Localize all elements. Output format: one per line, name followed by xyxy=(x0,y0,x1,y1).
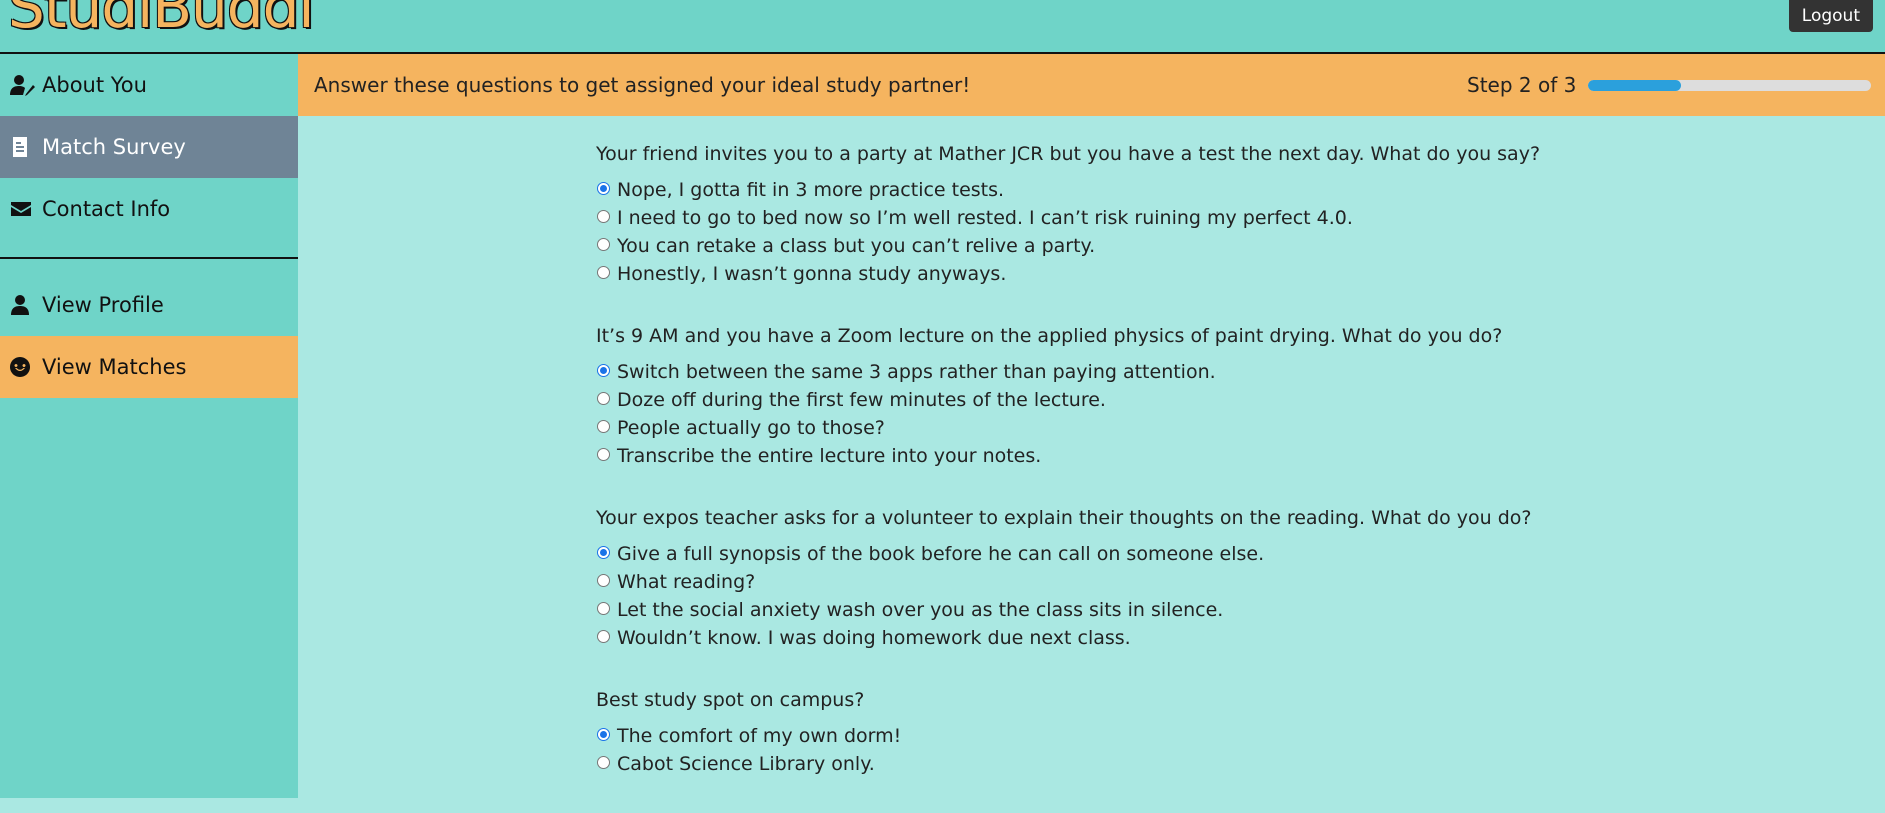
smile-icon xyxy=(10,357,31,377)
option-label: Cabot Science Library only. xyxy=(617,753,875,775)
sidebar-item-match-survey[interactable]: Match Survey xyxy=(0,116,298,178)
radio-button[interactable] xyxy=(597,447,610,461)
answer-option[interactable]: Doze off during the first few minutes of… xyxy=(596,386,1596,414)
answer-option[interactable]: Give a full synopsis of the book before … xyxy=(596,540,1596,568)
logout-button[interactable]: Logout xyxy=(1788,0,1873,32)
answer-option[interactable]: Nope, I gotta fit in 3 more practice tes… xyxy=(596,176,1596,204)
sidebar-item-label: About You xyxy=(42,73,147,97)
radio-button[interactable] xyxy=(597,727,610,741)
user-edit-icon xyxy=(10,75,35,96)
sidebar-item-about-you[interactable]: About You xyxy=(0,54,298,116)
survey-banner: Answer these questions to get assigned y… xyxy=(298,54,1885,116)
option-label: Switch between the same 3 apps rather th… xyxy=(617,361,1216,383)
answer-option[interactable]: Switch between the same 3 apps rather th… xyxy=(596,358,1596,386)
answer-option[interactable]: Transcribe the entire lecture into your … xyxy=(596,442,1596,470)
sidebar-item-label: Match Survey xyxy=(42,135,186,159)
option-label: The comfort of my own dorm! xyxy=(617,725,902,747)
answer-option[interactable]: Let the social anxiety wash over you as … xyxy=(596,596,1596,624)
answer-option[interactable]: I need to go to bed now so I’m well rest… xyxy=(596,204,1596,232)
question-text: It’s 9 AM and you have a Zoom lecture on… xyxy=(596,325,1503,347)
sidebar-item-label: Contact Info xyxy=(42,197,171,221)
question-text: Best study spot on campus? xyxy=(596,689,865,711)
survey-question: Your expos teacher asks for a volunteer … xyxy=(596,505,1596,652)
option-label: Nope, I gotta fit in 3 more practice tes… xyxy=(617,179,1005,201)
radio-button[interactable] xyxy=(597,601,610,615)
sidebar-item-label: View Matches xyxy=(42,355,187,379)
radio-button[interactable] xyxy=(597,237,610,251)
survey-question: It’s 9 AM and you have a Zoom lecture on… xyxy=(596,323,1596,470)
answer-option[interactable]: What reading? xyxy=(596,568,1596,596)
envelope-icon xyxy=(11,202,31,216)
radio-button[interactable] xyxy=(597,629,610,643)
answer-option[interactable]: People actually go to those? xyxy=(596,414,1596,442)
option-label: Let the social anxiety wash over you as … xyxy=(617,599,1224,621)
option-label: People actually go to those? xyxy=(617,417,885,439)
option-label: Wouldn’t know. I was doing homework due … xyxy=(617,627,1131,649)
user-icon xyxy=(11,295,29,315)
radio-button[interactable] xyxy=(597,545,610,559)
answer-option[interactable]: You can retake a class but you can’t rel… xyxy=(596,232,1596,260)
question-text: Your friend invites you to a party at Ma… xyxy=(596,143,1541,165)
radio-button[interactable] xyxy=(597,755,610,769)
radio-button[interactable] xyxy=(597,391,610,405)
app-logo[interactable]: StudiBuddi xyxy=(8,0,315,41)
radio-button[interactable] xyxy=(597,265,610,279)
top-bar: StudiBuddi Logout xyxy=(0,0,1885,54)
option-label: I need to go to bed now so I’m well rest… xyxy=(617,207,1353,229)
answer-option[interactable]: The comfort of my own dorm! xyxy=(596,722,1596,750)
radio-button[interactable] xyxy=(597,209,610,223)
progress-fill xyxy=(1588,80,1682,91)
answer-option[interactable]: Wouldn’t know. I was doing homework due … xyxy=(596,624,1596,652)
option-label: Doze off during the first few minutes of… xyxy=(617,389,1106,411)
radio-button[interactable] xyxy=(597,181,610,195)
survey-question: Best study spot on campus? The comfort o… xyxy=(596,687,1596,778)
sidebar-divider xyxy=(0,257,298,259)
step-indicator: Step 2 of 3 xyxy=(1467,73,1577,97)
radio-button[interactable] xyxy=(597,363,610,377)
sidebar-item-contact-info[interactable]: Contact Info xyxy=(0,178,298,240)
option-label: What reading? xyxy=(617,571,756,593)
sidebar: About You Match Survey Contact Info View… xyxy=(0,54,298,798)
survey-question: Your friend invites you to a party at Ma… xyxy=(596,141,1596,288)
answer-option[interactable]: Cabot Science Library only. xyxy=(596,750,1596,778)
option-label: Honestly, I wasn’t gonna study anyways. xyxy=(617,263,1007,285)
option-label: You can retake a class but you can’t rel… xyxy=(617,235,1096,257)
radio-button[interactable] xyxy=(597,573,610,587)
radio-button[interactable] xyxy=(597,419,610,433)
sidebar-item-view-profile[interactable]: View Profile xyxy=(0,274,298,336)
question-text: Your expos teacher asks for a volunteer … xyxy=(596,507,1532,529)
banner-instructions: Answer these questions to get assigned y… xyxy=(314,73,971,97)
progress-bar xyxy=(1588,80,1871,91)
sidebar-item-label: View Profile xyxy=(42,293,164,317)
file-alt-icon xyxy=(13,137,27,157)
option-label: Give a full synopsis of the book before … xyxy=(617,543,1265,565)
option-label: Transcribe the entire lecture into your … xyxy=(617,445,1042,467)
sidebar-item-view-matches[interactable]: View Matches xyxy=(0,336,298,398)
answer-option[interactable]: Honestly, I wasn’t gonna study anyways. xyxy=(596,260,1596,288)
survey-form: Your friend invites you to a party at Ma… xyxy=(596,141,1596,813)
